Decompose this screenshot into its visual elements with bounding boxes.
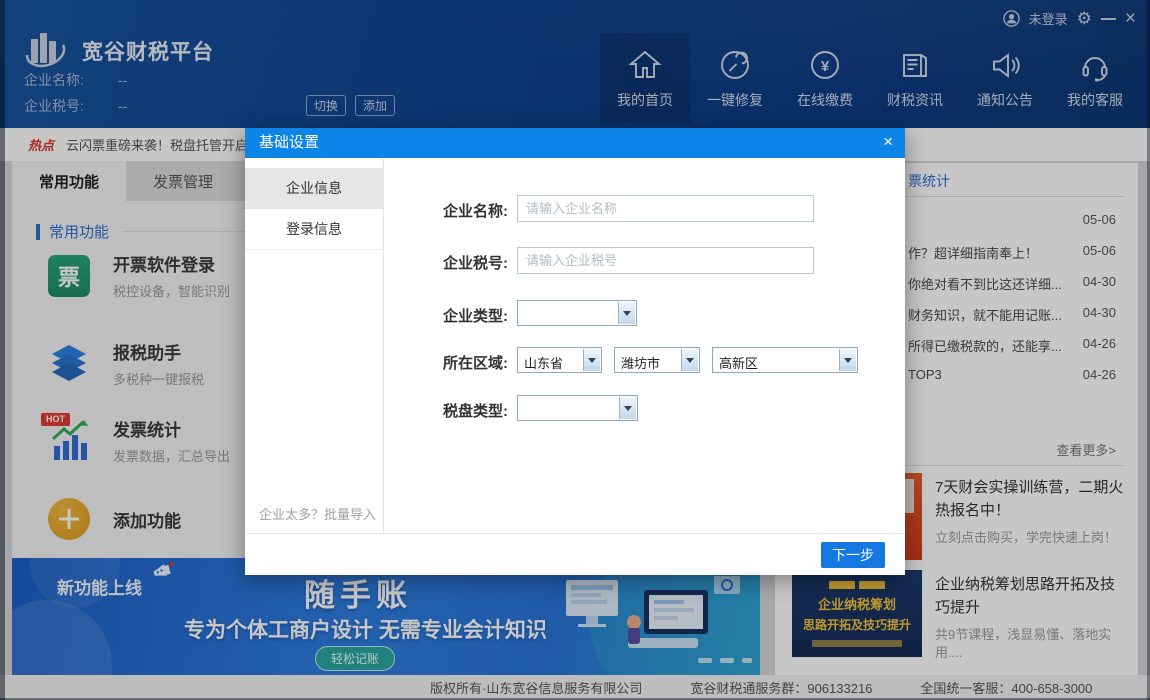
chevron-down-icon [619, 397, 636, 419]
province-select[interactable]: 山东省 [517, 347, 602, 373]
tax-no-input[interactable] [517, 247, 814, 274]
basic-settings-dialog: 基础设置 × 企业信息 登录信息 企业太多？批量导入 企业名称: 企业税号: 企… [245, 128, 905, 575]
chevron-down-icon [681, 349, 698, 371]
batch-import-link[interactable]: 企业太多？批量导入 [259, 504, 376, 523]
tax-no-field-label: 企业税号: [385, 252, 508, 273]
disk-type-select[interactable] [517, 395, 638, 421]
district-select[interactable]: 高新区 [712, 347, 858, 373]
dialog-tab-company-info[interactable]: 企业信息 [245, 168, 383, 209]
dialog-close-icon[interactable]: × [883, 128, 893, 158]
company-type-select[interactable] [517, 300, 637, 326]
dialog-form: 企业名称: 企业税号: 企业类型: 所在区域: [385, 158, 905, 533]
dialog-sidebar: 企业信息 登录信息 企业太多？批量导入 [245, 158, 384, 533]
selected-value: 潍坊市 [621, 353, 679, 372]
chevron-down-icon [839, 349, 856, 371]
company-name-input[interactable] [517, 195, 814, 222]
region-field-label: 所在区域: [385, 352, 508, 373]
dialog-footer: 下一步 [245, 533, 905, 575]
disk-type-field-label: 税盘类型: [385, 400, 508, 421]
app-window: 宽谷财税平台 企业名称:-- 企业税号:-- 切换 添加 未登录 ⚙ × [0, 0, 1150, 700]
chevron-down-icon [618, 302, 635, 324]
city-select[interactable]: 潍坊市 [614, 347, 700, 373]
selected-value: 高新区 [719, 353, 837, 372]
chevron-down-icon [583, 349, 600, 371]
company-name-field-label: 企业名称: [385, 200, 508, 221]
selected-value: 山东省 [524, 353, 581, 372]
dialog-tab-login-info[interactable]: 登录信息 [245, 209, 383, 250]
dialog-title: 基础设置 [245, 128, 905, 158]
company-type-field-label: 企业类型: [385, 305, 508, 326]
dialog-body: 企业信息 登录信息 企业太多？批量导入 企业名称: 企业税号: 企业类型: [245, 158, 905, 533]
next-step-button[interactable]: 下一步 [821, 542, 885, 568]
